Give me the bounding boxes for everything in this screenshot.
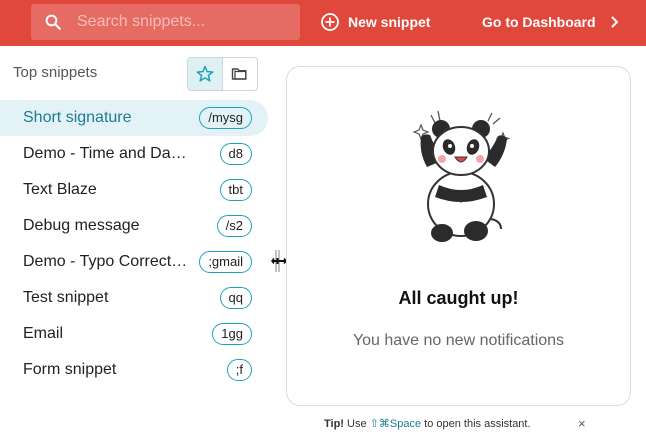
resize-handle[interactable] [271,249,287,273]
snippet-shortcut: 1gg [212,323,252,345]
snippet-item[interactable]: Form snippet ;f [0,352,268,388]
new-snippet-button[interactable]: New snippet [320,10,430,34]
snippet-name: Demo - Typo Correct… [23,253,188,270]
folder-icon [231,68,247,80]
snippet-shortcut: ;f [226,359,252,381]
tip-close-icon[interactable]: × [578,416,586,431]
dashboard-label: Go to Dashboard [482,14,596,30]
notifications-panel: All caught up! You have no new notificat… [286,66,631,406]
snippet-name: Test snippet [23,289,109,306]
snippet-shortcut: /s2 [216,215,252,237]
panda-illustration [412,110,511,242]
snippet-shortcut: d8 [219,143,252,165]
snippet-item[interactable]: Debug message /s2 [0,208,268,244]
snippet-name: Short signature [23,109,132,126]
snippet-shortcut: ;gmail [199,251,252,273]
notifications-subtitle: You have no new notifications [352,332,565,349]
star-icon [196,65,214,82]
tip-text: Tip! Use ⇧⌘Space to open this assistant. [324,417,531,430]
favorites-toggle-button[interactable] [188,58,223,90]
snippet-name: Email [23,325,64,342]
snippet-list: Short signature /mysg Demo - Time and Da… [0,100,268,388]
search-input[interactable] [77,4,292,40]
snippet-item[interactable]: Test snippet qq [0,280,268,316]
go-to-dashboard-button[interactable]: Go to Dashboard [482,10,620,34]
search-box[interactable] [31,4,300,40]
snippet-shortcut: tbt [219,179,252,201]
plus-circle-icon [321,13,339,31]
tip-label: Tip! [324,418,344,430]
view-toggle [187,57,258,91]
snippet-name: Form snippet [23,361,117,378]
notifications-title: All caught up! [398,288,519,308]
snippet-item[interactable]: Demo - Typo Correct… ;gmail [0,244,268,280]
snippet-item[interactable]: Text Blaze tbt [0,172,268,208]
top-snippets-heading: Top snippets [13,64,98,81]
snippet-name: Text Blaze [23,181,97,198]
top-bar: New snippet Go to Dashboard [0,0,646,46]
snippet-item[interactable]: Demo - Time and Dates d8 [0,136,268,172]
tip-after: to open this assistant. [424,418,531,430]
snippet-item[interactable]: Email 1gg [0,316,268,352]
snippet-shortcut: /mysg [199,107,252,129]
folders-toggle-button[interactable] [223,58,258,90]
new-snippet-label: New snippet [348,14,431,30]
snippet-item[interactable]: Short signature /mysg [0,100,268,136]
tip-shortcut-keys: ⇧⌘Space [369,418,422,430]
search-icon [45,14,61,30]
tip-before: Use [347,418,367,430]
chevron-right-icon [610,16,618,28]
snippet-name: Debug message [23,217,140,234]
snippet-name: Demo - Time and Dates [23,145,188,162]
snippet-shortcut: qq [219,287,252,309]
